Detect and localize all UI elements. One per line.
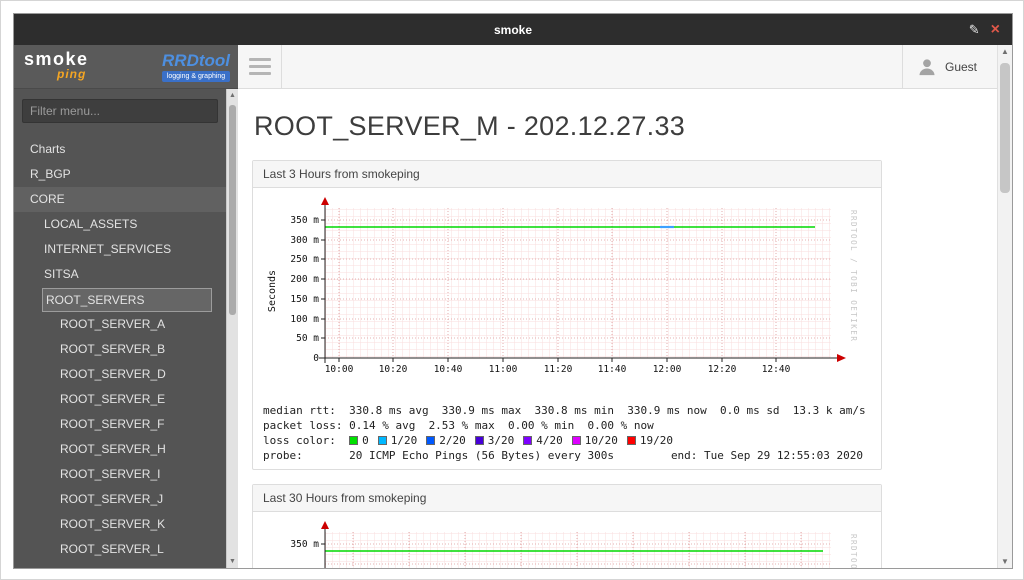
app-window: smoke ✎ × smoke ping RRDtool logging & g…	[13, 13, 1013, 569]
y-axis-label: Seconds	[267, 270, 278, 312]
sidebar-item-charts[interactable]: Charts	[14, 137, 226, 162]
scroll-down-icon[interactable]: ▼	[1001, 557, 1009, 566]
sidebar-item-root-servers[interactable]: ROOT_SERVERS	[42, 288, 212, 312]
latency-graph-30h[interactable]: 350 m RRDTOOL / TOBI OETIKER	[263, 520, 863, 568]
sidebar-scrollbar[interactable]: ▲ ▼	[226, 89, 238, 568]
loss-color-swatch	[377, 436, 387, 445]
sidebar-item-root-server-j[interactable]: ROOT_SERVER_J	[14, 487, 226, 512]
filter-menu-input[interactable]	[22, 99, 218, 123]
scroll-up-icon[interactable]: ▲	[229, 91, 236, 100]
svg-text:150 m: 150 m	[290, 294, 319, 305]
svg-text:0: 0	[313, 353, 319, 364]
sidebar-item-root-server-e[interactable]: ROOT_SERVER_E	[14, 387, 226, 412]
panel-last-3-hours: Last 3 Hours from smokeping 0 50 m 100 m…	[252, 160, 882, 470]
latency-graph-3h[interactable]: 0 50 m 100 m 150 m 200 m 250 m 300 m 350…	[263, 196, 863, 396]
window-titlebar: smoke ✎ ×	[14, 14, 1012, 45]
loss-color-swatch	[426, 436, 436, 445]
main-scrollbar-thumb[interactable]	[1000, 63, 1010, 193]
packet-loss-stats: packet loss: 0.14 % avg 2.53 % max 0.00 …	[263, 419, 654, 432]
rrdtool-watermark: RRDTOOL / TOBI OETIKER	[849, 534, 858, 568]
svg-text:11:20: 11:20	[544, 364, 573, 375]
user-menu[interactable]: Guest	[901, 45, 997, 88]
sidebar-item-root-server-l[interactable]: ROOT_SERVER_L	[14, 537, 226, 562]
sidebar-item-root-server-a[interactable]: ROOT_SERVER_A	[14, 312, 226, 337]
svg-text:10:00: 10:00	[325, 364, 354, 375]
main-viewport: ROOT_SERVER_M - 202.12.27.33 Last 3 Hour…	[238, 89, 997, 568]
close-icon[interactable]: ×	[991, 21, 1000, 38]
panel-last-30-hours: Last 30 Hours from smokeping 350 m	[252, 484, 882, 568]
sidebar-item-internet-services[interactable]: INTERNET_SERVICES	[14, 237, 226, 262]
sidebar-item-root-server-k[interactable]: ROOT_SERVER_K	[14, 512, 226, 537]
loss-legend-item: 3/20	[474, 433, 514, 448]
sidebar-item-sitsa[interactable]: SITSA	[14, 262, 226, 287]
sidebar-scrollbar-thumb[interactable]	[229, 105, 236, 315]
svg-text:11:40: 11:40	[598, 364, 627, 375]
loss-color-swatch	[523, 436, 533, 445]
loss-legend-item: 1/20	[377, 433, 417, 448]
smokeping-logo: smoke ping	[24, 49, 116, 85]
svg-text:12:40: 12:40	[762, 364, 791, 375]
sidebar-item-root-server-b[interactable]: ROOT_SERVER_B	[14, 337, 226, 362]
sidebar-item-root-server-h[interactable]: ROOT_SERVER_H	[14, 437, 226, 462]
svg-text:250 m: 250 m	[290, 254, 319, 265]
sidebar: smoke ping RRDtool logging & graphing Ch…	[14, 45, 238, 568]
sidebar-menu: Charts R_BGP CORE LOCAL_ASSETS INTERNET_…	[14, 89, 226, 568]
window-title: smoke	[493, 22, 533, 37]
user-name: Guest	[944, 59, 977, 74]
probe-info: probe: 20 ICMP Echo Pings (56 Bytes) eve…	[263, 449, 863, 462]
loss-color-swatch	[349, 436, 359, 445]
loss-legend-item: 4/20	[523, 433, 563, 448]
main-scrollbar[interactable]: ▲ ▼	[997, 45, 1012, 568]
page-title: ROOT_SERVER_M - 202.12.27.33	[254, 111, 686, 141]
smokeping-logo-ping: ping	[57, 66, 87, 81]
svg-text:50 m: 50 m	[296, 333, 319, 344]
loss-color-swatch	[474, 436, 484, 445]
edit-icon[interactable]: ✎	[969, 22, 980, 38]
smokeping-logo-text: smoke	[24, 48, 89, 69]
hamburger-icon	[248, 58, 271, 61]
x-axis-arrow	[837, 354, 846, 362]
panel-title: Last 30 Hours from smokeping	[253, 485, 881, 512]
user-avatar-icon	[919, 58, 935, 75]
scroll-up-icon[interactable]: ▲	[1001, 47, 1009, 56]
rrdtool-logo-subtext: logging & graphing	[162, 70, 230, 82]
sidebar-item-root-server-f[interactable]: ROOT_SERVER_F	[14, 412, 226, 437]
svg-text:12:00: 12:00	[653, 364, 682, 375]
loss-legend-item: 2/20	[426, 433, 466, 448]
svg-text:10:20: 10:20	[379, 364, 408, 375]
main-area: Guest ROOT_SERVER_M - 202.12.27.33 Last …	[238, 45, 997, 568]
scroll-down-icon[interactable]: ▼	[229, 557, 236, 566]
menu-toggle-button[interactable]	[238, 45, 282, 88]
y-axis-arrow	[321, 197, 329, 205]
sidebar-logo-bar: smoke ping RRDtool logging & graphing	[14, 45, 238, 89]
graph-stats: median rtt: 330.8 ms avg 330.9 ms max 33…	[263, 403, 866, 463]
topbar: Guest	[238, 45, 997, 89]
svg-text:100 m: 100 m	[290, 314, 319, 325]
svg-text:300 m: 300 m	[290, 235, 319, 246]
svg-text:350 m: 350 m	[290, 215, 319, 226]
sidebar-item-local-assets[interactable]: LOCAL_ASSETS	[14, 212, 226, 237]
svg-text:11:00: 11:00	[489, 364, 518, 375]
loss-legend-item: 10/20	[571, 433, 618, 448]
rrdtool-logo: RRDtool logging & graphing	[162, 52, 230, 82]
sidebar-item-core[interactable]: CORE	[14, 187, 226, 212]
svg-text:12:20: 12:20	[708, 364, 737, 375]
sidebar-item-r-bgp[interactable]: R_BGP	[14, 162, 226, 187]
rrdtool-logo-text: RRDtool	[162, 50, 230, 70]
svg-text:200 m: 200 m	[290, 274, 319, 285]
loss-legend-item: 0	[349, 433, 369, 448]
y-axis-arrow	[321, 521, 329, 529]
panel-title: Last 3 Hours from smokeping	[253, 161, 881, 188]
loss-color-swatch	[626, 436, 636, 445]
sidebar-item-root-server-i[interactable]: ROOT_SERVER_I	[14, 462, 226, 487]
loss-legend-item: 19/20	[626, 433, 673, 448]
sidebar-item-root-server-d[interactable]: ROOT_SERVER_D	[14, 362, 226, 387]
svg-text:350 m: 350 m	[290, 539, 319, 550]
median-rtt-stats: median rtt: 330.8 ms avg 330.9 ms max 33…	[263, 404, 866, 417]
svg-text:10:40: 10:40	[434, 364, 463, 375]
loss-color-swatch	[571, 436, 581, 445]
graph-end-time: end: Tue Sep 29 12:55:03 2020	[670, 449, 863, 462]
rrdtool-watermark: RRDTOOL / TOBI OETIKER	[849, 210, 858, 342]
loss-color-legend: loss color: 0 1/20 2/20 3/20 4/20 10/20 …	[263, 433, 673, 448]
